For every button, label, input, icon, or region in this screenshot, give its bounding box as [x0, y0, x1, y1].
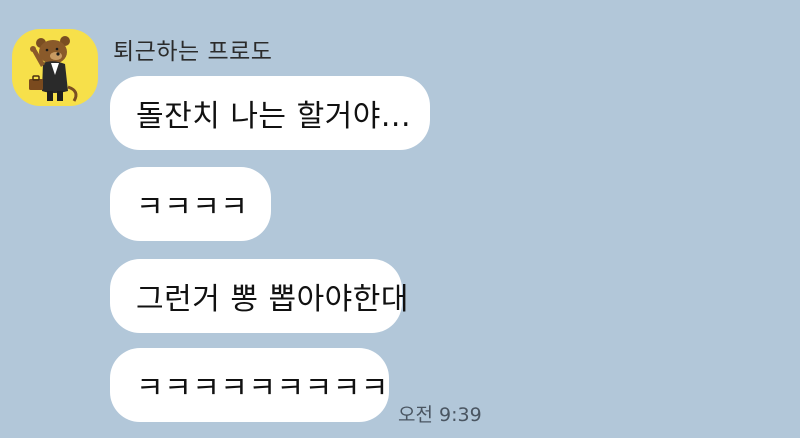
profile-avatar[interactable] — [12, 29, 98, 106]
sender-name: 퇴근하는 프로도 — [113, 39, 273, 65]
message-text: 그런거 뽕 뽑아야한대 — [136, 282, 409, 317]
message-text: 돌잔치 나는 할거야... — [136, 99, 411, 134]
message-bubble[interactable]: ㅋㅋㅋㅋㅋㅋㅋㅋㅋ — [110, 348, 389, 422]
message-timestamp: 오전 9:39 — [398, 404, 482, 426]
message-bubble[interactable]: ㅋㅋㅋㅋ — [110, 167, 271, 241]
message-bubble[interactable]: 돌잔치 나는 할거야... — [110, 76, 430, 150]
message-bubble[interactable]: 그런거 뽕 뽑아야한대 — [110, 259, 408, 333]
chat-area[interactable]: 퇴근하는 프로도 돌잔치 나는 할거야... ㅋㅋㅋㅋ 그런거 뽕 뽑아야한대 … — [0, 0, 800, 438]
frodo-character-icon — [29, 36, 78, 102]
message-text: ㅋㅋㅋㅋㅋㅋㅋㅋㅋ — [136, 371, 389, 406]
message-text: ㅋㅋㅋㅋ — [136, 190, 249, 225]
